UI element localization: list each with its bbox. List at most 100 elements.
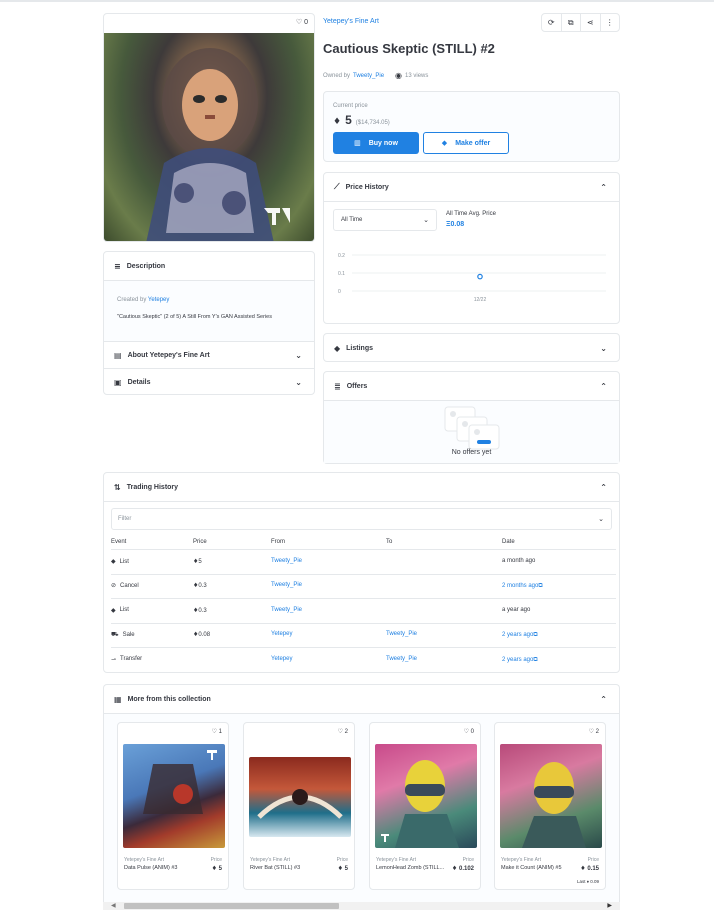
item-image[interactable] — [249, 757, 351, 837]
filter-select[interactable]: Filter ⌄ — [111, 508, 612, 530]
ethereum-icon: ♦ — [211, 865, 217, 872]
from-link[interactable]: Tweety_Pie — [271, 607, 302, 613]
table-row: ◆ List ♦ 0.3 Tweety_Pie a year ago — [104, 599, 619, 624]
collection-item-card[interactable]: ♡ 2 Yetepey's Fine Art Make it Count (AN… — [494, 722, 606, 890]
favorite-button[interactable]: ♡ 2 — [589, 728, 599, 735]
favorite-count: 0 — [304, 19, 308, 26]
table-row: ⊘ Cancel ♦ 0.3 Tweety_Pie 2 months ago ⧉ — [104, 574, 619, 600]
y-tick-label: 0.2 — [338, 253, 345, 259]
tag-icon: ◆ — [441, 139, 448, 147]
price-history-chart: 0.2 0.1 0 12/22 — [338, 253, 606, 303]
date-link[interactable]: 2 months ago ⧉ — [502, 582, 543, 590]
listings-card[interactable]: ◆ Listings ⌄ — [323, 333, 620, 362]
from-link[interactable]: Yetepey — [271, 631, 292, 637]
description-header[interactable]: ≡ Description — [104, 252, 314, 280]
chevron-down-icon: ⌄ — [295, 350, 302, 360]
price-history-header[interactable]: ⟋ Price History ⌃ — [324, 173, 619, 201]
tag-icon: ◆ — [111, 606, 116, 614]
wallet-icon: ▥ — [354, 139, 361, 147]
chevron-down-icon: ⌄ — [600, 343, 607, 353]
current-price: ♦ 5 ($14,734.05) — [333, 113, 390, 127]
details-header[interactable]: ▣ Details ⌄ — [104, 368, 314, 396]
avg-price-value: Ξ0.08 — [446, 221, 465, 228]
make-offer-button[interactable]: ◆ Make offer — [423, 132, 509, 154]
owner-link[interactable]: Tweety_Pie — [353, 73, 384, 79]
chevron-down-icon: ⌄ — [295, 377, 302, 387]
eye-icon: ◉ — [395, 71, 403, 80]
listings-header[interactable]: ◆ Listings ⌄ — [324, 334, 619, 362]
empty-offers-illustration — [444, 406, 500, 450]
time-range-select[interactable]: All Time ⌄ — [333, 209, 437, 231]
creator-link[interactable]: Yetepey — [148, 297, 169, 303]
table-row: ◆ List ♦ 5 Tweety_Pie a month ago — [104, 550, 619, 575]
favorite-button[interactable]: ♡ 2 — [338, 728, 348, 735]
external-link-icon: ⧉ — [533, 655, 538, 663]
collection-item-card[interactable]: ♡ 2 Yetepey's Fine Art River Bat (STILL)… — [243, 722, 355, 890]
price-cell: ♦ 5 — [193, 558, 202, 565]
views-count: 13 views — [405, 72, 429, 79]
trading-history-header[interactable]: ⇅ Trading History ⌃ — [104, 473, 619, 501]
event-cell: ◆ List — [111, 558, 129, 565]
table-row: ⇀ Transfer Yetepey Tweety_Pie 2 years ago ⧉ — [104, 648, 619, 672]
event-cell: ⛟ Sale — [111, 631, 135, 639]
chevron-up-icon: ⌃ — [600, 482, 607, 492]
date-cell: a year ago — [502, 606, 531, 613]
asset-image-card[interactable]: ♡ 0 — [103, 13, 315, 242]
share-button[interactable]: ⋖ — [581, 14, 601, 31]
from-link[interactable]: Tweety_Pie — [271, 558, 302, 564]
heart-icon: ♡ — [337, 728, 343, 735]
favorite-button[interactable]: ♡ 0 — [296, 18, 308, 26]
tag-icon: ◆ — [334, 343, 341, 353]
refresh-icon: ⟳ — [547, 18, 555, 27]
item-image[interactable] — [500, 744, 602, 848]
carousel-scrollbar[interactable]: ◀ ▶ — [103, 902, 620, 910]
favorite-button[interactable]: ♡ 1 — [212, 728, 222, 735]
cart-icon: ⛟ — [111, 631, 119, 639]
refresh-button[interactable]: ⟳ — [542, 14, 562, 31]
table-row: ⛟ Sale ♦ 0.08 Yetepey Tweety_Pie 2 years ago … — [104, 623, 619, 649]
ethereum-icon: ♦ — [451, 865, 458, 872]
item-image[interactable] — [123, 744, 225, 848]
y-tick-label: 0.1 — [338, 271, 345, 277]
price-cell: ♦ 0.3 — [193, 582, 207, 590]
about-icon: ▤ — [114, 350, 122, 360]
external-link-button[interactable]: ⧉ — [562, 14, 581, 31]
about-collection-header[interactable]: ▤ About Yetepey's Fine Art ⌄ — [104, 341, 314, 369]
price-history-card: ⟋ Price History ⌃ All Time ⌄ All Time Av… — [323, 172, 620, 324]
date-link[interactable]: 2 years ago ⧉ — [502, 631, 538, 639]
last-price: Last ♦ 0.09 — [576, 879, 599, 884]
grid-icon: ▦ — [114, 694, 122, 704]
item-title: Cautious Skeptic (STILL) #2 — [323, 41, 495, 56]
description-body: Created by Yetepey "Cautious Skeptic" (2… — [104, 281, 314, 341]
collection-link[interactable]: Yetepey's Fine Art — [323, 18, 379, 25]
price-card: Current price ♦ 5 ($14,734.05) ▥ Buy now… — [323, 91, 620, 162]
external-link-icon: ⧉ — [533, 631, 538, 639]
chevron-up-icon: ⌃ — [600, 694, 607, 704]
date-link[interactable]: 2 years ago ⧉ — [502, 656, 538, 664]
from-link[interactable]: Tweety_Pie — [271, 582, 302, 588]
description-text: "Cautious Skeptic" (2 of 5) A Still From… — [117, 314, 272, 320]
offers-header[interactable]: ≣ Offers ⌃ — [324, 372, 619, 400]
more-collection-header[interactable]: ▦ More from this collection ⌃ — [104, 685, 619, 713]
scroll-left-icon[interactable]: ◀ — [111, 902, 116, 909]
heart-icon: ♡ — [295, 18, 303, 26]
to-link[interactable]: Tweety_Pie — [386, 656, 417, 662]
scroll-right-icon[interactable]: ▶ — [607, 902, 612, 909]
favorite-button[interactable]: ♡ 0 — [464, 728, 474, 735]
cancel-icon: ⊘ — [111, 582, 117, 590]
from-link[interactable]: Yetepey — [271, 656, 292, 662]
data-point[interactable] — [477, 273, 483, 280]
item-image[interactable] — [375, 744, 477, 848]
portrait-art — [146, 48, 290, 241]
buy-now-button[interactable]: ▥ Buy now — [333, 132, 419, 154]
more-button[interactable]: ⋮ — [601, 14, 620, 31]
description-icon: ≡ — [114, 261, 121, 271]
price-cell: ♦ 0.3 — [193, 606, 207, 614]
scrollbar-thumb[interactable] — [124, 903, 339, 909]
transfer-icon: ⇀ — [111, 655, 117, 663]
collection-item-card[interactable]: ♡ 1 Yetepey's Fine Art Data Pulse (ANIM)… — [117, 722, 229, 890]
asset-image[interactable] — [104, 33, 314, 241]
chevron-down-icon: ⌄ — [423, 216, 429, 224]
collection-item-card[interactable]: ♡ 0 Yetepey's Fine Art LemonHead Zomb (S… — [369, 722, 481, 890]
to-link[interactable]: Tweety_Pie — [386, 631, 417, 637]
